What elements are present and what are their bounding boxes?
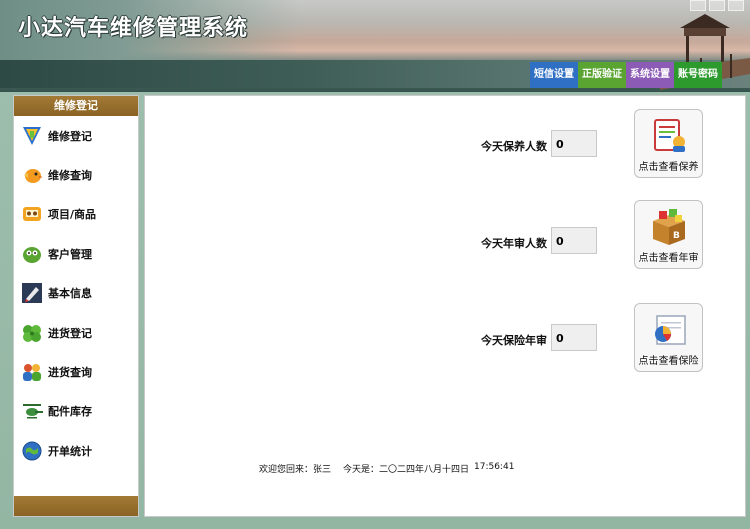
insurance-count-value: 0 [551, 324, 597, 351]
sidebar-item-purchase-query[interactable]: 进货查询 [14, 352, 138, 391]
sidebar-title: 维修登记 [14, 96, 138, 116]
account-password-button[interactable]: 账号密码 [674, 62, 722, 88]
svg-text:B: B [673, 231, 680, 241]
sidebar-footer [14, 496, 138, 516]
close-icon[interactable] [728, 0, 744, 11]
sidebar-item-label: 客户管理 [48, 247, 92, 261]
globe-icon [20, 439, 44, 463]
edit-icon [20, 124, 44, 148]
sidebar-item-label: 项目/商品 [48, 208, 97, 222]
minimize-icon[interactable] [690, 0, 706, 11]
sidebar-item-label: 进货登记 [48, 326, 92, 340]
sidebar-item-repair-query[interactable]: 维修查询 [14, 155, 138, 194]
sidebar: 维修登记 维修登记 维修查询 项目/商品 客户管理 基本信息 进货登记 进货查询… [13, 95, 139, 517]
sidebar-item-label: 维修登记 [48, 129, 92, 143]
system-settings-button[interactable]: 系统设置 [626, 62, 674, 88]
tape-icon [20, 202, 44, 226]
status-date: 今天是：二〇二四年八月十四日 [343, 465, 470, 475]
sidebar-item-label: 配件库存 [48, 405, 92, 419]
sidebar-item-label: 维修查询 [48, 169, 92, 183]
top-toolbar: 短信设置 正版验证 系统设置 账号密码 [530, 62, 722, 88]
sidebar-item-purchase-register[interactable]: 进货登记 [14, 313, 138, 352]
annual-inspection-count-value: 0 [551, 227, 597, 254]
document-icon [654, 119, 685, 152]
view-maintenance-button[interactable]: 点击查看保养 [634, 109, 703, 178]
maximize-icon[interactable] [709, 0, 725, 11]
sidebar-item-basic-info[interactable]: 基本信息 [14, 274, 138, 313]
insurance-count-label: 今天保险年审 [481, 334, 547, 347]
status-time: 17:56:41 [474, 462, 515, 472]
status-welcome: 欢迎您回来：张三 [259, 465, 332, 475]
view-maintenance-caption: 点击查看保养 [638, 162, 699, 173]
maintenance-count-label: 今天保养人数 [481, 140, 547, 153]
view-insurance-button[interactable]: 点击查看保险 [634, 303, 703, 372]
app-window: 小达汽车维修管理系统 短信设置 正版验证 系统设置 账号密码 维修登记 维修登记… [0, 0, 750, 529]
sidebar-item-label: 进货查询 [48, 366, 92, 380]
maintenance-count-value: 0 [551, 130, 597, 157]
clover-icon [20, 321, 44, 345]
sidebar-item-label: 开单统计 [48, 444, 92, 458]
pen-icon [20, 281, 44, 305]
sidebar-item-parts-inventory[interactable]: 配件库存 [14, 392, 138, 431]
view-insurance-caption: 点击查看保险 [638, 356, 699, 367]
users-icon [20, 360, 44, 384]
sidebar-item-project-goods[interactable]: 项目/商品 [14, 195, 138, 234]
helicopter-icon [20, 399, 44, 423]
sidebar-item-customer-management[interactable]: 客户管理 [14, 234, 138, 273]
customer-icon [20, 242, 44, 266]
box-icon: B [653, 209, 685, 245]
license-verify-button[interactable]: 正版验证 [578, 62, 626, 88]
sidebar-item-label: 基本信息 [48, 287, 92, 301]
chart-icon [655, 315, 686, 345]
app-title: 小达汽车维修管理系统 [18, 16, 249, 41]
view-annual-inspection-caption: 点击查看年审 [638, 253, 699, 264]
main-panel: 今天保养人数 0 点击查看保养 今天年审人数 0 B 点击查看年审 今天保险年审… [144, 95, 746, 517]
sidebar-item-order-statistics[interactable]: 开单统计 [14, 431, 138, 470]
annual-inspection-count-label: 今天年审人数 [481, 237, 547, 250]
view-annual-inspection-button[interactable]: B 点击查看年审 [634, 200, 703, 269]
bird-icon [20, 163, 44, 187]
window-controls [690, 0, 744, 11]
sms-settings-button[interactable]: 短信设置 [530, 62, 578, 88]
sidebar-item-repair-register[interactable]: 维修登记 [14, 116, 138, 155]
